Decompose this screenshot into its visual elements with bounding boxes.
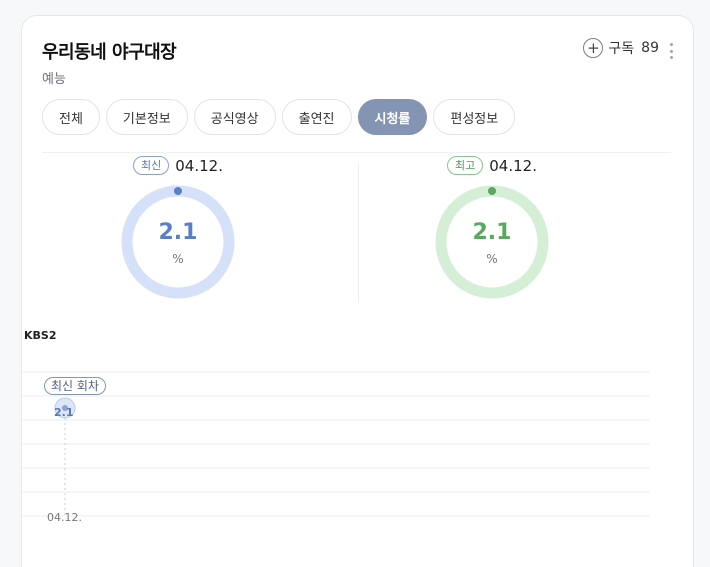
tab-cast[interactable]: 출연진: [281, 99, 352, 135]
latest-rating-value: 2.1: [158, 220, 198, 245]
latest-rating-panel: 최신 04.12. 2.1 %: [28, 156, 328, 306]
highest-rating-panel: 최고 04.12. 2.1 %: [342, 156, 642, 306]
plus-circle-icon: +: [583, 38, 604, 58]
data-label: 2.1: [54, 406, 74, 419]
latest-episode-tag: 최신 회차: [44, 377, 106, 395]
x-tick-label: 04.12.: [47, 511, 82, 524]
network-label: KBS2: [24, 329, 57, 342]
highest-rating-value: 2.1: [472, 220, 512, 245]
latest-rating-unit: %: [172, 252, 184, 266]
ratings-chart-plot: [20, 371, 650, 517]
subscribe-count: 89: [641, 40, 659, 56]
program-title: 우리동네 야구대장: [42, 42, 177, 63]
highest-badge: 최고: [447, 156, 484, 175]
latest-date: 04.12.: [175, 156, 223, 175]
subscribe-button[interactable]: + 구독 89: [583, 38, 659, 58]
latest-badge: 최신: [133, 156, 170, 175]
ratings-chart: 최신 회차 2.1 04.12.: [20, 355, 650, 555]
highest-rating-unit: %: [486, 252, 498, 266]
tab-schedule[interactable]: 편성정보: [433, 99, 516, 135]
tab-all[interactable]: 전체: [42, 99, 100, 135]
tab-bar: 전체 기본정보 공식영상 출연진 시청률 편성정보: [42, 99, 516, 135]
highest-date: 04.12.: [489, 156, 537, 175]
tab-official-video[interactable]: 공식영상: [193, 99, 276, 135]
more-vertical-icon[interactable]: [667, 40, 675, 62]
divider: [42, 152, 671, 153]
program-genre: 예능: [42, 72, 66, 87]
tab-ratings[interactable]: 시청률: [357, 99, 428, 135]
tab-basic-info[interactable]: 기본정보: [105, 99, 188, 135]
subscribe-label: 구독: [608, 41, 635, 57]
